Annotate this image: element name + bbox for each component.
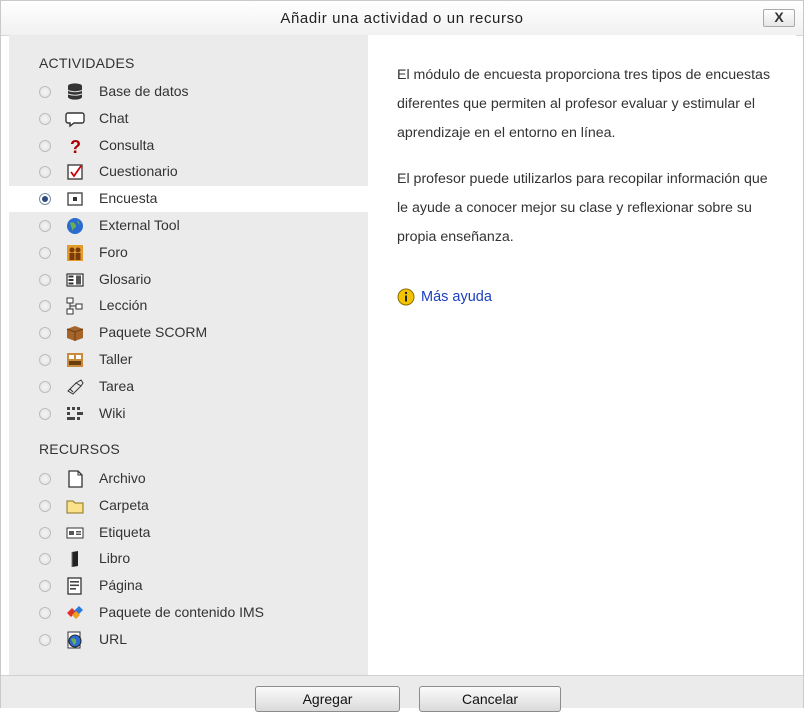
module-option-label: Wiki (99, 404, 126, 421)
description-paragraph: El profesor puede utilizarlos para recop… (397, 171, 768, 245)
module-option-label: Archivo (99, 470, 146, 486)
activities-heading: ACTIVIDADES (39, 55, 135, 71)
url-globe-icon (65, 630, 85, 650)
radio-button[interactable] (39, 633, 51, 646)
label-icon (65, 523, 85, 543)
module-option-archivo[interactable]: Archivo (9, 466, 368, 492)
radio-button[interactable] (39, 112, 51, 125)
module-option-etiqueta[interactable]: Etiqueta (9, 520, 368, 546)
description-paragraph: El módulo de encuesta proporciona tres t… (397, 67, 771, 141)
info-icon (397, 288, 415, 306)
package-box-icon (65, 323, 85, 343)
forum-people-icon (65, 243, 85, 263)
module-chooser-list: ACTIVIDADES Base de datos Chat? Consulta Cu… (9, 35, 368, 675)
module-option-wiki[interactable]: Wiki (9, 401, 368, 427)
module-option-leccion[interactable]: Lección (9, 293, 368, 319)
chat-bubble-icon (65, 109, 85, 129)
module-option-label: Glosario (99, 270, 152, 287)
add-activity-dialog: Añadir una actividad o un recurso X ACTI… (0, 0, 804, 712)
module-description: El módulo de encuesta proporciona tres t… (397, 61, 782, 269)
module-option-pagina[interactable]: Página (9, 573, 368, 599)
module-option-paquete-scorm[interactable]: Paquete SCORM (9, 320, 368, 346)
folder-icon (65, 496, 85, 516)
module-description-panel: El módulo de encuesta proporciona tres t… (368, 35, 796, 675)
module-option-base-de-datos[interactable]: Base de datos (9, 79, 368, 105)
globe-icon (65, 216, 85, 236)
dialog-title: Añadir una actividad o un recurso (280, 10, 524, 27)
ims-package-icon (65, 603, 85, 623)
module-option-tarea[interactable]: Tarea (9, 374, 368, 400)
radio-button[interactable] (39, 499, 51, 512)
module-option-label: Libro (99, 550, 131, 567)
module-option-label: Cuestionario (99, 163, 178, 180)
module-option-url[interactable]: URL (9, 627, 368, 653)
module-option-cuestionario[interactable]: Cuestionario (9, 159, 368, 185)
module-option-label: External Tool (99, 217, 180, 233)
module-option-glosario[interactable]: Glosario (9, 267, 368, 293)
module-option-label: Tarea (99, 377, 135, 394)
dialog-footer: Agregar Cancelar (1, 675, 803, 712)
question-mark-icon: ? (65, 136, 85, 156)
svg-text:?: ? (70, 137, 81, 156)
module-option-label: Taller (99, 351, 133, 367)
module-option-label: Lección (99, 297, 148, 314)
module-option-paquete-de-contenido-ims[interactable]: Paquete de contenido IMS (9, 600, 368, 626)
resources-heading: RECURSOS (39, 441, 120, 457)
module-option-chat[interactable]: Chat (9, 106, 368, 132)
radio-button[interactable] (39, 220, 51, 232)
module-option-label: URL (99, 630, 128, 647)
radio-button[interactable] (39, 139, 51, 152)
dialog-titlebar: Añadir una actividad o un recurso X (1, 1, 803, 36)
module-option-label: Paquete de contenido IMS (99, 604, 265, 620)
radio-button[interactable] (39, 166, 51, 179)
workshop-icon (65, 350, 85, 370)
close-button[interactable]: X (763, 9, 795, 27)
glossary-book-icon (65, 270, 85, 290)
module-option-taller[interactable]: Taller (9, 347, 368, 373)
radio-button[interactable] (39, 553, 51, 566)
radio-button[interactable] (39, 380, 51, 393)
more-help-link[interactable]: Más ayuda (421, 289, 492, 305)
radio-button[interactable] (39, 86, 51, 98)
radio-button[interactable] (39, 580, 51, 593)
module-option-label: Consulta (99, 136, 155, 153)
module-option-label: Chat (99, 109, 129, 126)
radio-button[interactable] (39, 473, 51, 485)
radio-button[interactable] (39, 273, 51, 286)
module-option-label: Carpeta (99, 496, 149, 513)
module-option-label: Base de datos (99, 83, 189, 99)
radio-button[interactable] (39, 193, 51, 206)
radio-button[interactable] (39, 607, 51, 619)
module-option-label: Etiqueta (99, 523, 151, 540)
module-option-label: Paquete SCORM (99, 324, 208, 341)
module-option-encuesta[interactable]: Encuesta (9, 186, 368, 213)
module-option-label: Foro (99, 243, 128, 260)
module-option-consulta[interactable]: ? Consulta (9, 133, 368, 159)
module-option-foro[interactable]: Foro (9, 240, 368, 266)
module-option-libro[interactable]: Libro (9, 546, 368, 572)
survey-icon (65, 189, 85, 209)
radio-button[interactable] (39, 327, 51, 340)
page-icon (65, 576, 85, 596)
module-option-carpeta[interactable]: Carpeta (9, 493, 368, 519)
assignment-icon (65, 377, 85, 397)
radio-button[interactable] (39, 300, 51, 313)
module-option-external-tool[interactable]: External Tool (9, 213, 368, 239)
wiki-icon (65, 404, 85, 424)
radio-button[interactable] (39, 526, 51, 539)
module-option-label: Página (99, 577, 143, 594)
database-icon (65, 82, 85, 102)
book-icon (65, 549, 85, 569)
checkbox-icon (65, 162, 85, 182)
add-button[interactable]: Agregar (255, 686, 400, 712)
radio-button[interactable] (39, 407, 51, 420)
radio-button[interactable] (39, 354, 51, 366)
radio-button[interactable] (39, 246, 51, 259)
module-option-label: Encuesta (99, 190, 158, 207)
lesson-tree-icon (65, 296, 85, 316)
cancel-button[interactable]: Cancelar (419, 686, 561, 712)
file-icon (65, 469, 85, 489)
